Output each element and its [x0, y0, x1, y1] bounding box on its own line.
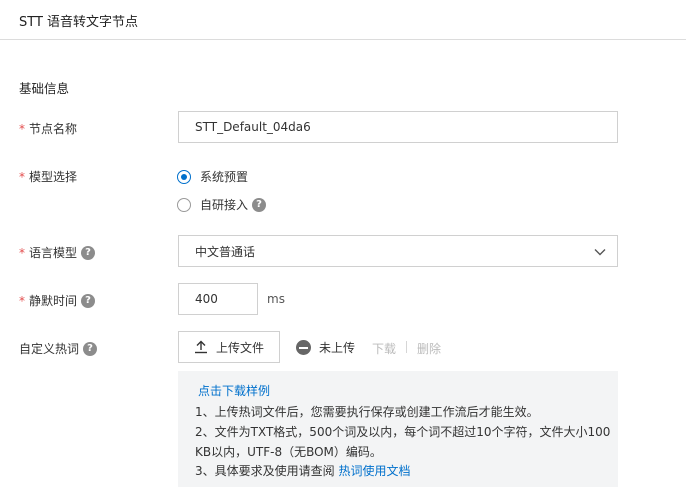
language-model-label-text: 语言模型 [29, 246, 78, 260]
help-icon[interactable]: ? [83, 341, 98, 356]
chevron-down-icon [594, 249, 606, 256]
radio-unchecked-icon [177, 197, 191, 212]
radio-system-preset[interactable]: 系统预置 [177, 168, 248, 185]
model-select-label: * 模型选择 [19, 168, 77, 185]
radio-checked-icon [177, 169, 191, 184]
help-icon[interactable]: ? [81, 293, 96, 308]
language-model-label: * 语言模型 ? [19, 244, 96, 261]
hotword-doc-link[interactable]: 热词使用文档 [338, 464, 410, 478]
divider [406, 341, 407, 353]
info-note-3: 3、具体要求及使用请查阅 热词使用文档 [195, 462, 410, 479]
silence-time-input[interactable]: 400 [178, 283, 258, 315]
upload-icon [194, 340, 207, 354]
page-title: STT 语音转文字节点 [19, 15, 139, 30]
info-note-2: 2、文件为TXT格式，500个词及以内，每个词不超过10个字符，文件大小100 [195, 425, 611, 439]
required-mark: * [19, 245, 25, 260]
language-model-select[interactable]: 中文普通话 [178, 235, 618, 267]
radio-system-preset-label: 系统预置 [200, 170, 249, 184]
silence-time-label: * 静默时间 ? [19, 292, 96, 309]
help-icon[interactable]: ? [81, 245, 96, 260]
download-link[interactable]: 下载 [372, 340, 396, 357]
silence-time-unit: ms [267, 292, 285, 306]
upload-status: 未上传 [296, 339, 355, 356]
node-name-input[interactable]: STT_Default_04da6 [178, 111, 618, 143]
info-note-2-cont: KB以内，UTF-8（无BOM）编码。 [195, 445, 382, 459]
hotwords-label: 自定义热词 ? [19, 340, 98, 357]
upload-file-label: 上传文件 [215, 340, 264, 355]
silence-time-label-text: 静默时间 [29, 294, 78, 308]
node-name-label-text: 节点名称 [29, 122, 78, 136]
delete-link[interactable]: 删除 [417, 340, 441, 357]
section-title: 基础信息 [19, 81, 70, 96]
required-mark: * [19, 169, 25, 184]
silence-time-value: 400 [195, 292, 218, 306]
required-mark: * [19, 293, 25, 308]
hotwords-info-box: 点击下载样例 1、上传热词文件后，您需要执行保存或创建工作流后才能生效。 2、文… [178, 371, 618, 487]
help-icon[interactable]: ? [252, 197, 267, 212]
hotwords-label-text: 自定义热词 [19, 342, 80, 356]
required-mark: * [19, 121, 25, 136]
info-note-3-text: 3、具体要求及使用请查阅 [195, 464, 335, 478]
info-note-1: 1、上传热词文件后，您需要执行保存或创建工作流后才能生效。 [195, 405, 539, 419]
language-model-value: 中文普通话 [195, 244, 256, 259]
upload-status-text: 未上传 [319, 341, 356, 355]
radio-custom-access-label: 自研接入 [200, 198, 249, 212]
page-header: STT 语音转文字节点 [0, 0, 686, 40]
download-sample-link[interactable]: 点击下载样例 [198, 382, 270, 399]
model-select-label-text: 模型选择 [29, 170, 78, 184]
node-name-label: * 节点名称 [19, 120, 77, 137]
minus-circle-icon [296, 340, 311, 355]
radio-custom-access[interactable]: 自研接入 ? [177, 196, 267, 213]
node-name-value: STT_Default_04da6 [195, 120, 311, 134]
upload-file-button[interactable]: 上传文件 [178, 331, 280, 363]
